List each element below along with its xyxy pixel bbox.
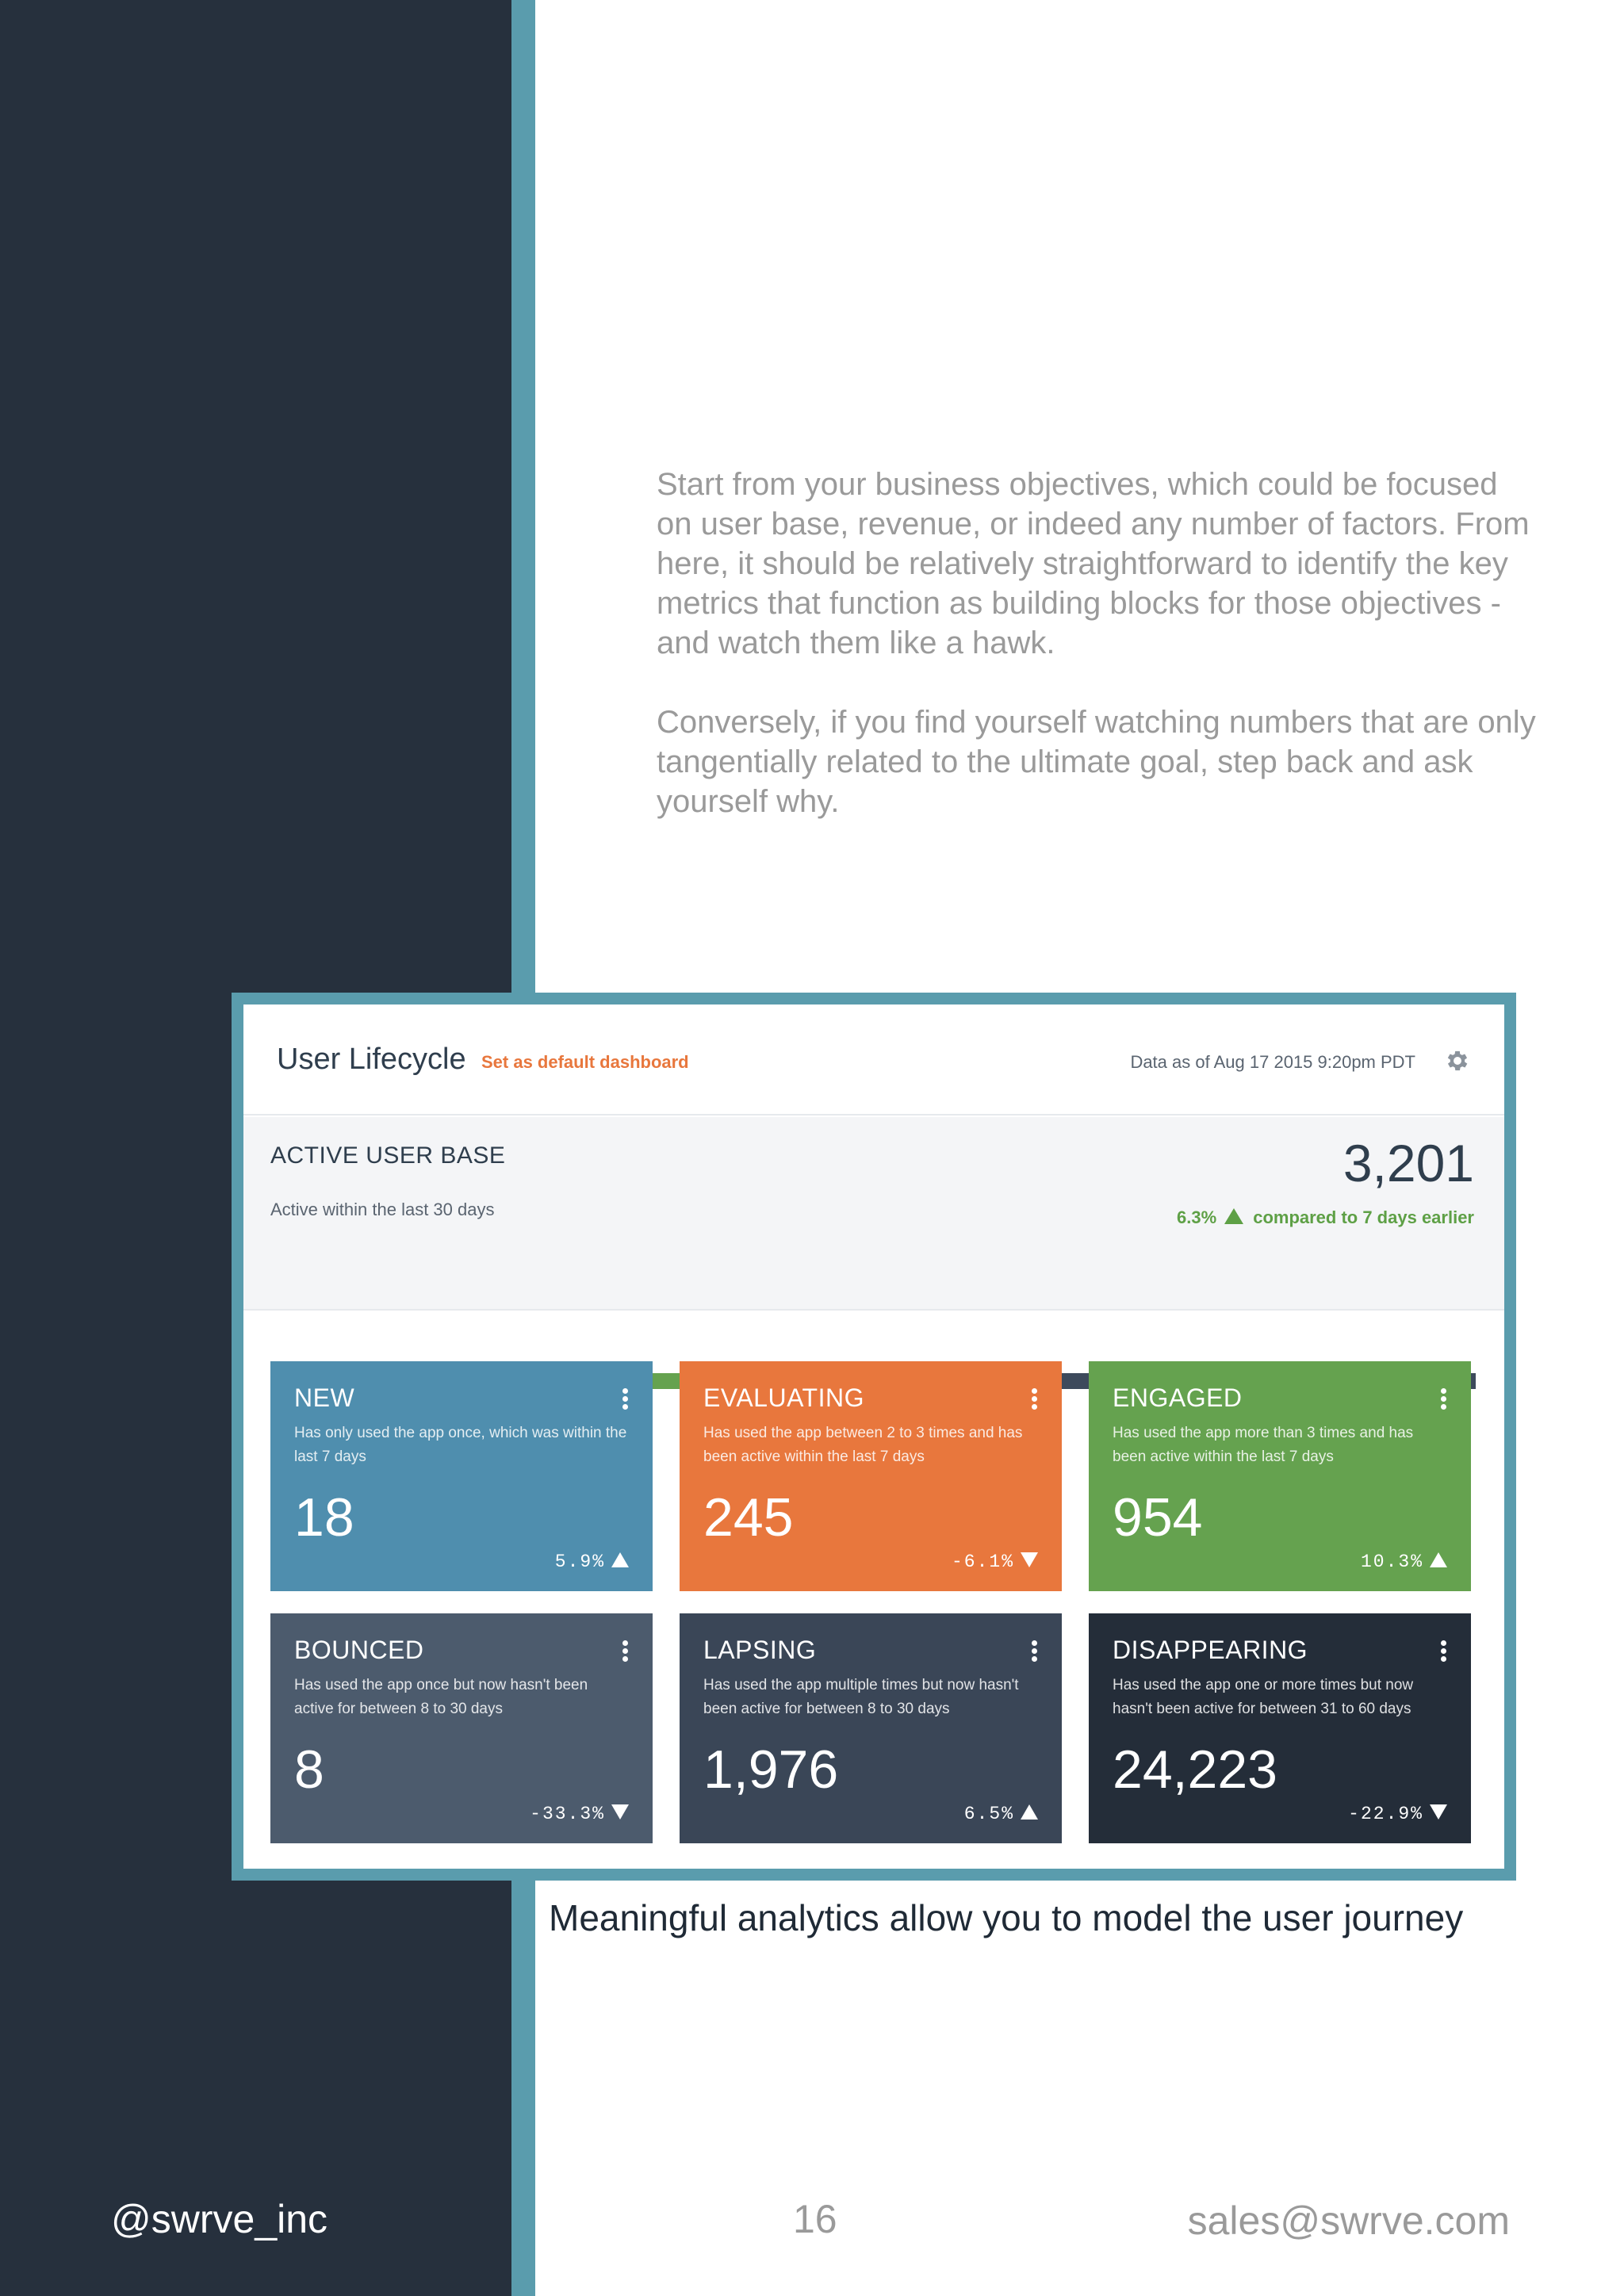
- card-description: Has used the app multiple times but now …: [703, 1677, 1019, 1717]
- card-title: BOUNCED: [294, 1636, 424, 1664]
- triangle-up-icon: [1021, 1804, 1038, 1820]
- gear-icon[interactable]: [1444, 1047, 1471, 1074]
- more-options-icon[interactable]: [622, 1388, 629, 1410]
- triangle-down-icon: [1021, 1552, 1038, 1567]
- more-options-icon[interactable]: [1032, 1388, 1038, 1410]
- lifecycle-card-engaged[interactable]: ENGAGED Has used the app more than 3 time…: [1089, 1361, 1471, 1591]
- more-options-icon[interactable]: [622, 1640, 629, 1663]
- card-description: Has used the app more than 3 times and h…: [1113, 1425, 1414, 1465]
- card-change: -33.3%: [530, 1804, 629, 1824]
- dashboard-title: User Lifecycle: [277, 1043, 466, 1076]
- dashboard-screenshot: User Lifecycle Set as default dashboard …: [243, 1004, 1504, 1869]
- more-options-icon[interactable]: [1441, 1640, 1447, 1663]
- dashboard-header: User Lifecycle Set as default dashboard …: [243, 1004, 1504, 1115]
- footer-email: sales@swrve.com: [1187, 2198, 1510, 2243]
- set-default-dashboard-link[interactable]: Set as default dashboard: [481, 1052, 689, 1073]
- figure-caption: Meaningful analytics allow you to model …: [549, 1897, 1464, 1938]
- triangle-down-icon: [611, 1804, 629, 1820]
- card-title: ENGAGED: [1113, 1383, 1243, 1412]
- active-user-base-panel: ACTIVE USER BASE Active within the last …: [243, 1117, 1504, 1389]
- card-value: 1,976: [703, 1739, 839, 1800]
- active-user-base-change: 6.3% compared to 7 days earlier: [1177, 1207, 1474, 1228]
- footer-handle: @swrve_inc: [111, 2197, 328, 2241]
- active-user-base-comparison: compared to 7 days earlier: [1253, 1207, 1474, 1227]
- card-change: -6.1%: [952, 1552, 1038, 1572]
- card-description: Has used the app once but now hasn't bee…: [294, 1677, 588, 1717]
- card-title: EVALUATING: [703, 1383, 864, 1412]
- card-change: 5.9%: [555, 1552, 629, 1572]
- triangle-up-icon: [1430, 1552, 1447, 1567]
- lifecycle-card-new[interactable]: NEW Has only used the app once, which was…: [270, 1361, 653, 1591]
- card-change-value: -6.1%: [951, 1552, 1014, 1572]
- triangle-down-icon: [1430, 1804, 1447, 1820]
- card-description: Has used the app one or more times but n…: [1113, 1677, 1414, 1717]
- card-description: Has used the app between 2 to 3 times an…: [703, 1425, 1023, 1465]
- card-description: Has only used the app once, which was wi…: [294, 1425, 627, 1465]
- body-paragraph-1: Start from your business objectives, whi…: [657, 467, 1530, 660]
- data-as-of-timestamp: Data as of Aug 17 2015 9:20pm PDT: [1130, 1052, 1415, 1072]
- lifecycle-card-bounced[interactable]: BOUNCED Has used the app once but now has…: [270, 1613, 653, 1843]
- card-title: NEW: [294, 1383, 355, 1412]
- card-change-value: 6.5%: [963, 1804, 1014, 1824]
- card-value: 954: [1113, 1487, 1203, 1548]
- lifecycle-card-lapsing[interactable]: LAPSING Has used the app multiple times b…: [680, 1613, 1062, 1843]
- card-change: 10.3%: [1361, 1552, 1447, 1572]
- active-user-base-label: ACTIVE USER BASE: [270, 1142, 506, 1169]
- card-change: 6.5%: [964, 1804, 1038, 1824]
- triangle-up-icon: [611, 1552, 629, 1567]
- more-options-icon[interactable]: [1441, 1388, 1447, 1410]
- active-user-base-value: 3,201: [1342, 1134, 1474, 1192]
- card-title: LAPSING: [703, 1636, 817, 1664]
- card-change-value: 10.3%: [1360, 1552, 1423, 1572]
- lifecycle-card-disappearing[interactable]: DISAPPEARING Has used the app one or more…: [1089, 1613, 1471, 1843]
- lifecycle-card-evaluating[interactable]: EVALUATING Has used the app between 2 to …: [680, 1361, 1062, 1591]
- card-change-value: -33.3%: [530, 1804, 605, 1824]
- card-value: 8: [294, 1739, 324, 1800]
- card-value: 24,223: [1113, 1739, 1277, 1800]
- more-options-icon[interactable]: [1032, 1640, 1038, 1663]
- card-change-value: 5.9%: [554, 1552, 605, 1572]
- body-text: Start from your business objectives, whi…: [657, 465, 1537, 861]
- card-title: DISAPPEARING: [1113, 1636, 1308, 1664]
- card-value: 245: [703, 1487, 794, 1548]
- card-change-value: -22.9%: [1348, 1804, 1423, 1824]
- active-user-base-subtitle: Active within the last 30 days: [270, 1200, 495, 1219]
- card-change: -22.9%: [1348, 1804, 1447, 1824]
- triangle-up-icon: [1224, 1208, 1244, 1224]
- page-number: 16: [793, 2197, 837, 2241]
- active-user-base-change-value: 6.3%: [1177, 1207, 1217, 1227]
- card-value: 18: [294, 1487, 354, 1548]
- body-paragraph-2: Conversely, if you find yourself watchin…: [657, 705, 1536, 819]
